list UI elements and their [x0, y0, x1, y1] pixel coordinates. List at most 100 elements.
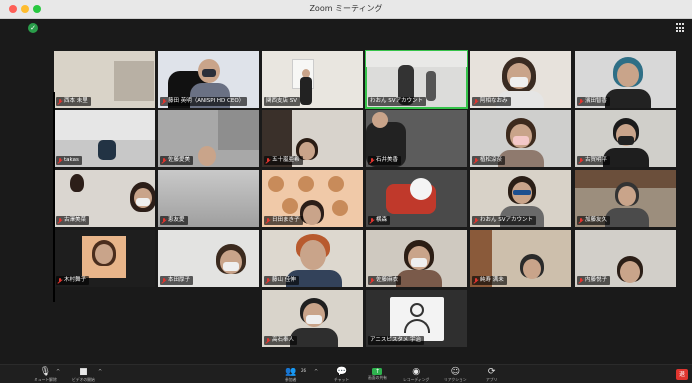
- mic-muted-icon: [266, 217, 270, 224]
- mic-muted-icon: [370, 157, 374, 164]
- mic-muted-icon: [579, 157, 583, 164]
- video-off-icon: ■: [79, 367, 88, 377]
- mic-muted-icon: [266, 277, 270, 284]
- chevron-up-icon[interactable]: ^: [56, 369, 60, 375]
- participant-name: アニスピスタメ 宇治: [368, 336, 424, 345]
- title-bar: Zoom ミーティング: [0, 0, 692, 19]
- participant-name: 濱田智香: [577, 97, 611, 106]
- mic-muted-icon: [579, 98, 583, 105]
- window-title: Zoom ミーティング: [309, 4, 383, 13]
- mic-muted-icon: [474, 157, 478, 164]
- participant-tile[interactable]: 西本 未里: [54, 51, 155, 108]
- participant-name: わおん SVアカウント: [472, 216, 537, 225]
- participant-name: 日田まき子: [264, 216, 303, 225]
- participant-tile[interactable]: takas: [54, 110, 155, 167]
- participant-tile[interactable]: 純寿 满未: [470, 230, 571, 287]
- participant-tile[interactable]: 石井美香: [366, 110, 467, 167]
- mic-muted-icon: [162, 157, 166, 164]
- participant-name: 本田厚子: [160, 276, 194, 285]
- participant-name: 木村舞子: [56, 276, 90, 285]
- participant-tile[interactable]: 横森: [366, 170, 467, 227]
- participant-name: 純寿 满未: [472, 276, 507, 285]
- participant-tile[interactable]: わおん SVアカウント: [365, 50, 468, 109]
- participant-name: 横森: [368, 216, 391, 225]
- participant-tile[interactable]: 古澤美菜: [54, 170, 155, 227]
- participant-tile[interactable]: 植松涼奈: [470, 110, 571, 167]
- share-screen-button[interactable]: ↑ 画面の共有: [368, 368, 387, 382]
- participant-tile[interactable]: わおん SVアカウント: [470, 170, 571, 227]
- chat-icon: 💬: [335, 367, 348, 377]
- end-meeting-button[interactable]: 退: [676, 369, 688, 380]
- mic-muted-icon: [58, 98, 62, 105]
- participant-name: 佐藤麻衣: [368, 276, 402, 285]
- share-screen-icon: ↑: [372, 368, 383, 375]
- participant-tile[interactable]: 藤山 佳伸: [262, 230, 363, 287]
- participant-name: わおん SVアカウント: [368, 97, 427, 106]
- chat-button[interactable]: 💬 チャット: [334, 367, 349, 383]
- participant-name: 藤山 佳伸: [264, 276, 299, 285]
- start-video-button[interactable]: ■ ビデオの開始: [72, 367, 95, 383]
- participant-tile[interactable]: 日田まき子: [262, 170, 363, 227]
- participant-tile[interactable]: 加藤友久: [575, 170, 676, 227]
- participant-name: 西本 未里: [56, 97, 91, 106]
- participant-tile[interactable]: 濱田智香: [575, 51, 676, 108]
- participant-tile[interactable]: 古賀明平: [575, 110, 676, 167]
- reactions-button[interactable]: ☺ リアクション: [444, 367, 467, 383]
- apps-icon: ⟳: [487, 367, 496, 377]
- participant-name: 加藤友久: [577, 216, 611, 225]
- participant-tile[interactable]: 木村舞子: [54, 230, 155, 287]
- participant-name: 高石奉人: [264, 336, 298, 345]
- unmute-button[interactable]: 🎙 ミュート解除: [34, 367, 57, 383]
- mic-muted-icon: [58, 157, 62, 164]
- mic-muted-icon: [474, 217, 478, 224]
- participant-tile[interactable]: アニスピスタメ 宇治: [366, 290, 467, 347]
- record-icon: ◉: [412, 367, 421, 377]
- apps-button[interactable]: ⟳ アプリ: [486, 367, 497, 383]
- mic-muted-icon: [162, 98, 166, 105]
- mic-muted-icon: [370, 217, 374, 224]
- participant-name: 石井美香: [368, 156, 402, 165]
- participants-icon: 👥: [285, 367, 297, 377]
- participant-name: 古澤美菜: [56, 216, 90, 225]
- mic-muted-icon: [58, 277, 62, 284]
- participant-name: 五十嵐亜希: [264, 156, 303, 165]
- participant-name: 阿相なおみ: [472, 97, 511, 106]
- mic-muted-icon: [370, 277, 374, 284]
- participant-name: 植松涼奈: [472, 156, 506, 165]
- participant-tile[interactable]: 関西支店 SV: [262, 51, 363, 108]
- mic-muted-icon: [266, 157, 270, 164]
- mic-muted-icon: [266, 337, 270, 344]
- participants-count: 26: [301, 368, 307, 373]
- participants-button[interactable]: 👥 参加者: [285, 367, 297, 383]
- record-button[interactable]: ◉ レコーディング: [403, 367, 429, 383]
- avatar: [390, 297, 444, 341]
- participant-tile[interactable]: 恵友愛: [158, 170, 259, 227]
- participant-tile[interactable]: 高石奉人: [262, 290, 363, 347]
- chevron-up-icon[interactable]: ^: [314, 369, 318, 375]
- participant-name: 古賀明平: [577, 156, 611, 165]
- participant-name: 佐藤愛美: [160, 156, 194, 165]
- participant-tile[interactable]: 本田厚子: [158, 230, 259, 287]
- participant-tile[interactable]: 五十嵐亜希: [262, 110, 363, 167]
- shield-icon[interactable]: ✓: [28, 23, 38, 33]
- participant-name: takas: [56, 156, 82, 165]
- reactions-icon: ☺: [450, 367, 460, 377]
- participant-tile[interactable]: 内藤悦子: [575, 230, 676, 287]
- participant-name: 内藤悦子: [577, 276, 611, 285]
- participant-name: 恵友愛: [160, 216, 188, 225]
- meeting-toolbar: 🎙 ミュート解除 ^ ■ ビデオの開始 ^ 👥 参加者 26 ^ 💬 チャット …: [0, 364, 692, 383]
- chevron-up-icon[interactable]: ^: [98, 369, 102, 375]
- mic-muted-icon: [579, 277, 583, 284]
- mic-muted-icon: [58, 217, 62, 224]
- participant-tile[interactable]: 佐藤麻衣: [366, 230, 467, 287]
- mic-muted-icon: [162, 217, 166, 224]
- participant-name: 関西支店 SV: [264, 97, 301, 106]
- mic-muted-icon: 🎙: [39, 367, 52, 377]
- participant-name: 藤田 英明（ANISPI HD CEO）: [160, 97, 248, 106]
- gallery-view-icon[interactable]: [676, 23, 686, 33]
- participant-tile[interactable]: 佐藤愛美: [158, 110, 259, 167]
- participant-tile[interactable]: 阿相なおみ: [470, 51, 571, 108]
- mic-muted-icon: [162, 277, 166, 284]
- gallery-view: ✓ 西本 未里 藤田 英明（ANISPI HD CEO） 関西支店 SV わおん…: [0, 19, 692, 364]
- participant-tile[interactable]: 藤田 英明（ANISPI HD CEO）: [158, 51, 259, 108]
